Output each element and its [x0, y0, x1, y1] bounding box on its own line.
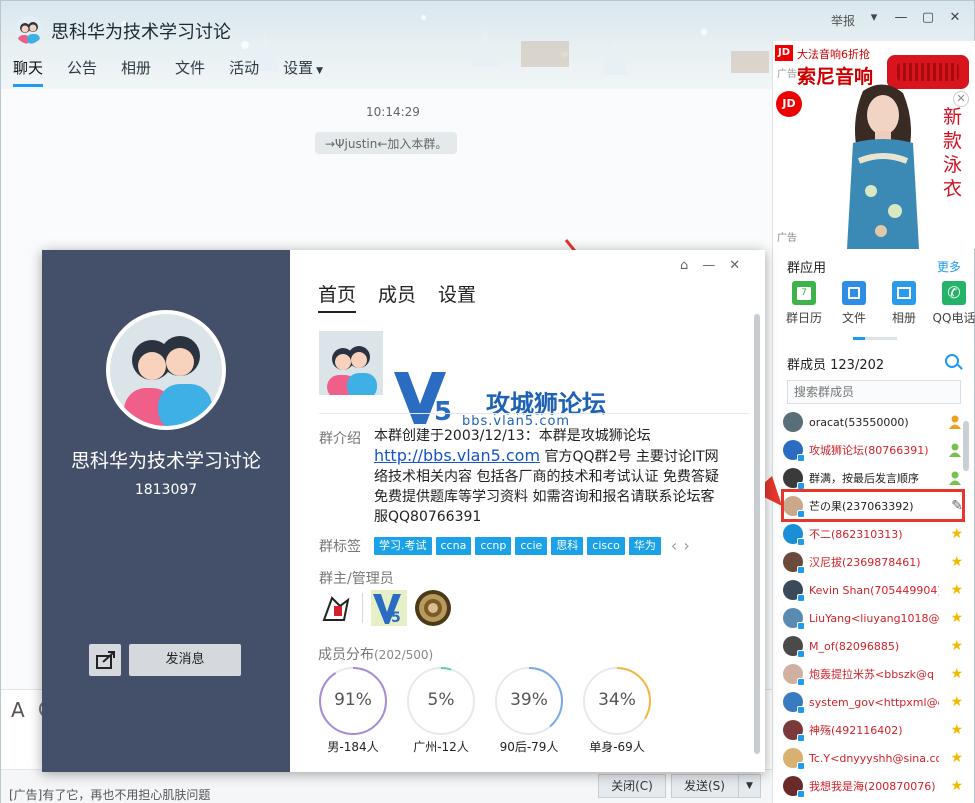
tags-label: 群标签	[319, 539, 361, 555]
ring-label: 单身-69人	[589, 740, 645, 754]
intro-link[interactable]: http://bbs.vlan5.com	[374, 446, 540, 465]
tab-home[interactable]: 首页	[318, 280, 357, 313]
ring-label: 90后-79人	[499, 740, 559, 754]
group-info-dialog: 思科华为技术学习讨论 1813097 发消息 ⌂ — ✕ 首页 成员 设置 5 …	[42, 250, 765, 772]
distribution-ring[interactable]: 91% 男-184人	[318, 666, 406, 755]
group-icon[interactable]	[319, 331, 383, 395]
send-message-button[interactable]: 发消息	[129, 644, 241, 676]
dialog-close-icon[interactable]: ✕	[729, 258, 740, 273]
dialog-controls: ⌂ — ✕	[680, 258, 740, 273]
distribution-ring[interactable]: 39% 90后-79人	[494, 666, 582, 755]
svg-text:5: 5	[434, 397, 452, 426]
ring-percent: 91%	[334, 690, 372, 710]
pin-icon[interactable]: ⌂	[680, 258, 688, 273]
chevron-right-icon[interactable]: ›	[683, 536, 689, 555]
dialog-scrollbar[interactable]	[754, 314, 760, 754]
v5-logo-icon: 5	[394, 372, 452, 426]
intro-line1: 本群创建于2003/12/13：本群是攻城狮论坛	[374, 428, 651, 444]
ring-label: 广州-12人	[413, 740, 469, 754]
admin-avatar[interactable]	[415, 590, 451, 626]
intro-label: 群介绍	[319, 431, 361, 447]
dialog-tabs: 首页 成员 设置	[318, 280, 498, 313]
admin-avatar[interactable]	[318, 590, 354, 626]
distribution-ring[interactable]: 34% 单身-69人	[582, 666, 670, 755]
member-distribution: 91% 男-184人 5% 广州-12人 39% 90后-79人 34% 单身-69人	[318, 666, 670, 755]
group-tag[interactable]: 华为	[628, 536, 661, 555]
dialog-group-name: 思科华为技术学习讨论	[70, 450, 261, 472]
distribution-label-text: 成员分布	[318, 647, 374, 663]
group-avatar-large[interactable]	[106, 310, 226, 430]
ring-label: 男-184人	[327, 740, 379, 754]
distribution-ring[interactable]: 5% 广州-12人	[406, 666, 494, 755]
admins-label: 群主/管理员	[319, 571, 394, 587]
group-intro: 本群创建于2003/12/13：本群是攻城狮论坛 http://bbs.vlan5…	[374, 426, 724, 527]
divider	[319, 413, 749, 414]
group-tag[interactable]: ccie	[515, 536, 548, 555]
distribution-count: (202/500)	[374, 648, 434, 662]
group-tag[interactable]: ccna	[435, 536, 472, 555]
group-tag[interactable]: cisco	[587, 536, 625, 555]
admin-separator	[362, 593, 363, 623]
share-button[interactable]	[89, 644, 121, 676]
dialog-minimize-icon[interactable]: —	[702, 258, 715, 273]
dialog-group-id: 1813097	[134, 482, 198, 498]
tab-members[interactable]: 成员	[378, 280, 416, 313]
group-tags: 学习.考试 ccna ccnp ccie 思科 cisco 华为 ‹ ›	[374, 536, 690, 555]
ring-percent: 5%	[427, 690, 455, 710]
group-tag[interactable]: 思科	[551, 536, 584, 555]
svg-text:5: 5	[391, 610, 401, 626]
group-tag[interactable]: ccnp	[475, 536, 512, 555]
group-tag[interactable]: 学习.考试	[374, 536, 432, 555]
admin-list: 5	[318, 590, 459, 626]
ring-percent: 34%	[598, 690, 636, 710]
chevron-left-icon[interactable]: ‹	[671, 536, 677, 555]
share-icon	[96, 651, 115, 669]
admin-avatar[interactable]: 5	[371, 590, 407, 626]
dialog-side-panel: 思科华为技术学习讨论 1813097 发消息	[42, 250, 290, 772]
distribution-label: 成员分布(202/500)	[318, 644, 433, 664]
ring-percent: 39%	[510, 690, 548, 710]
tab-dialog-settings[interactable]: 设置	[438, 280, 476, 313]
